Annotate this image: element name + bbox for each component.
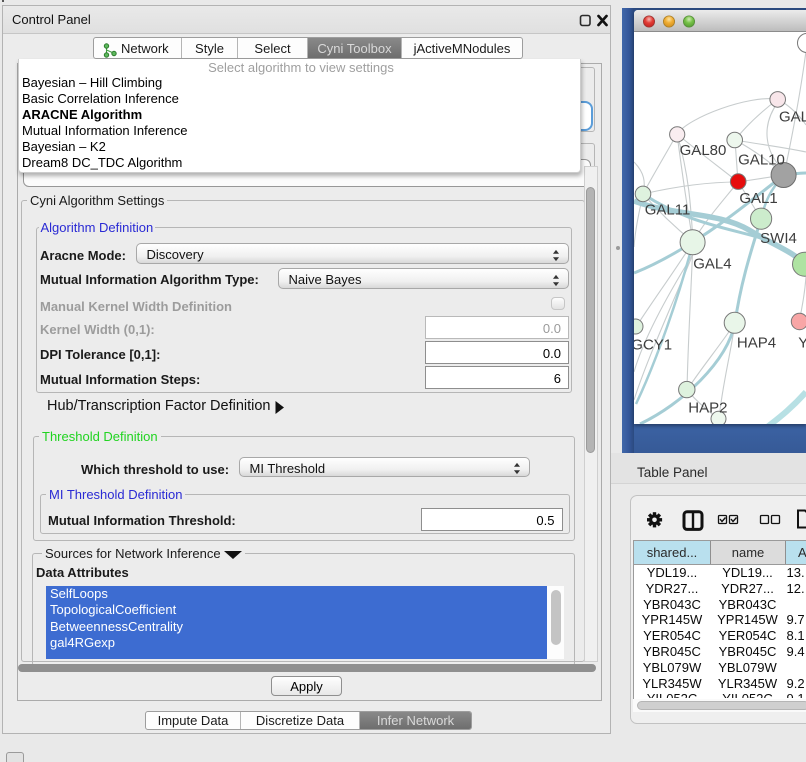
svg-text:GAL4: GAL4: [693, 255, 731, 272]
svg-text:HAP4: HAP4: [737, 334, 776, 351]
svg-text:GAL11: GAL11: [645, 201, 691, 218]
svg-text:GCY1: GCY1: [634, 336, 672, 353]
svg-text:HAP2: HAP2: [688, 399, 727, 416]
svg-text:GAL10: GAL10: [738, 151, 785, 168]
svg-text:GAL7: GAL7: [779, 108, 806, 125]
svg-text:SWI4: SWI4: [760, 230, 797, 247]
svg-text:GAL1: GAL1: [739, 190, 777, 207]
svg-text:GAL80: GAL80: [680, 142, 727, 159]
svg-text:Y: Y: [798, 334, 806, 351]
